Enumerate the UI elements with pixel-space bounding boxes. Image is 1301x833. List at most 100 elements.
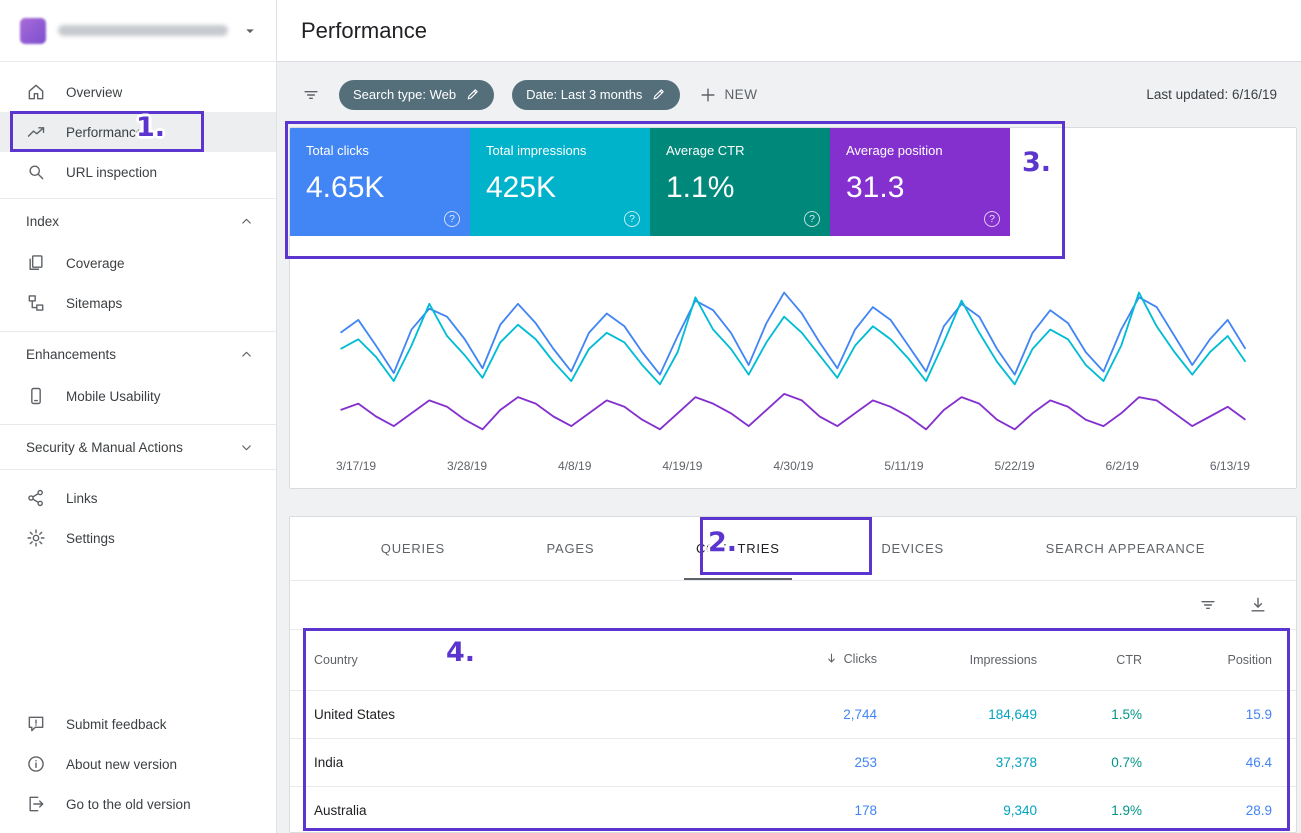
column-header-label: Clicks bbox=[844, 652, 877, 666]
section-label: Enhancements bbox=[26, 347, 116, 362]
sidebar-item-links[interactable]: Links bbox=[0, 478, 276, 518]
position-cell: 46.4 bbox=[1142, 755, 1272, 770]
property-selector[interactable] bbox=[0, 0, 276, 62]
x-tick-label: 4/19/19 bbox=[662, 459, 702, 473]
app-window: Overview Performance URL inspection Inde… bbox=[0, 0, 1301, 833]
sidebar-item-submit-feedback[interactable]: Submit feedback bbox=[0, 704, 276, 744]
performance-chart-card: Total clicks 4.65K ? Total impressions 4… bbox=[289, 127, 1297, 489]
table-row[interactable]: United States 2,744 184,649 1.5% 15.9 bbox=[290, 691, 1296, 739]
chart-line-clicks bbox=[341, 293, 1246, 375]
column-header-impressions[interactable]: Impressions bbox=[877, 653, 1037, 667]
pencil-icon bbox=[465, 87, 480, 102]
table-toolbar bbox=[290, 581, 1296, 629]
sidebar: Overview Performance URL inspection Inde… bbox=[0, 0, 277, 833]
position-cell: 15.9 bbox=[1142, 707, 1272, 722]
tab-label: PAGES bbox=[547, 541, 595, 556]
sidebar-item-label: Links bbox=[66, 491, 98, 506]
sidebar-item-overview[interactable]: Overview bbox=[0, 72, 276, 112]
trending-up-icon bbox=[26, 122, 46, 142]
tab-countries[interactable]: COUNTRIES bbox=[696, 517, 780, 580]
sidebar-footer: Submit feedback About new version Go to … bbox=[0, 704, 276, 824]
ctr-cell: 1.5% bbox=[1037, 707, 1142, 722]
chip-label: Date: Last 3 months bbox=[526, 87, 642, 102]
sidebar-item-label: Go to the old version bbox=[66, 797, 191, 812]
metric-label: Average CTR bbox=[666, 143, 814, 158]
metric-label: Total clicks bbox=[306, 143, 454, 158]
sidebar-item-coverage[interactable]: Coverage bbox=[0, 243, 276, 283]
tab-label: SEARCH APPEARANCE bbox=[1046, 541, 1206, 556]
ctr-cell: 0.7% bbox=[1037, 755, 1142, 770]
average-ctr-card[interactable]: Average CTR 1.1% ? bbox=[650, 128, 830, 236]
x-tick-label: 6/2/19 bbox=[1106, 459, 1139, 473]
caret-down-icon bbox=[240, 21, 260, 41]
metric-label: Total impressions bbox=[486, 143, 634, 158]
feedback-icon bbox=[26, 714, 46, 734]
chevron-up-icon bbox=[239, 214, 254, 229]
clicks-cell: 178 bbox=[727, 803, 877, 818]
performance-chart[interactable] bbox=[336, 266, 1250, 451]
filter-toolbar: Search type: Web Date: Last 3 months NEW… bbox=[277, 62, 1301, 127]
new-filter-button[interactable]: NEW bbox=[698, 85, 757, 105]
metric-value: 425K bbox=[486, 171, 634, 205]
column-header-ctr[interactable]: CTR bbox=[1037, 653, 1142, 667]
property-logo bbox=[20, 18, 46, 44]
chevron-down-icon bbox=[239, 440, 254, 455]
column-header-country[interactable]: Country bbox=[314, 653, 727, 667]
ctr-cell: 1.9% bbox=[1037, 803, 1142, 818]
section-label: Index bbox=[26, 214, 59, 229]
tab-pages[interactable]: PAGES bbox=[547, 517, 595, 580]
dimension-tabs: QUERIES PAGES COUNTRIES DEVICES SEARCH A… bbox=[290, 517, 1296, 581]
table-row[interactable]: Australia 178 9,340 1.9% 28.9 bbox=[290, 787, 1296, 833]
table-row[interactable]: India 253 37,378 0.7% 46.4 bbox=[290, 739, 1296, 787]
chart-line-average-position bbox=[341, 394, 1246, 429]
help-icon[interactable]: ? bbox=[624, 211, 640, 227]
country-cell: India bbox=[314, 755, 727, 770]
main-header: Performance bbox=[277, 0, 1301, 62]
sidebar-item-about-new-version[interactable]: About new version bbox=[0, 744, 276, 784]
x-tick-label: 3/17/19 bbox=[336, 459, 376, 473]
sidebar-item-performance[interactable]: Performance bbox=[0, 112, 276, 152]
total-clicks-card[interactable]: Total clicks 4.65K ? bbox=[290, 128, 470, 236]
country-cell: United States bbox=[314, 707, 727, 722]
sidebar-section-enhancements[interactable]: Enhancements bbox=[0, 332, 276, 376]
page-title: Performance bbox=[301, 18, 427, 44]
help-icon[interactable]: ? bbox=[804, 211, 820, 227]
sidebar-section-security[interactable]: Security & Manual Actions bbox=[0, 425, 276, 469]
column-header-position[interactable]: Position bbox=[1142, 653, 1272, 667]
metric-value: 31.3 bbox=[846, 171, 994, 205]
download-icon[interactable] bbox=[1248, 595, 1268, 615]
sidebar-item-go-to-old-version[interactable]: Go to the old version bbox=[0, 784, 276, 824]
country-cell: Australia bbox=[314, 803, 727, 818]
sidebar-item-mobile-usability[interactable]: Mobile Usability bbox=[0, 376, 276, 416]
x-tick-label: 4/8/19 bbox=[558, 459, 591, 473]
search-type-chip[interactable]: Search type: Web bbox=[339, 80, 494, 110]
x-tick-label: 5/11/19 bbox=[884, 459, 923, 473]
date-range-chip[interactable]: Date: Last 3 months bbox=[512, 80, 680, 110]
chart-line-impressions bbox=[341, 293, 1246, 385]
help-icon[interactable]: ? bbox=[444, 211, 460, 227]
impressions-cell: 9,340 bbox=[877, 803, 1037, 818]
pencil-icon bbox=[651, 87, 666, 102]
impressions-cell: 37,378 bbox=[877, 755, 1037, 770]
tab-devices[interactable]: DEVICES bbox=[881, 517, 944, 580]
filter-icon[interactable] bbox=[1198, 595, 1218, 615]
sidebar-item-label: Overview bbox=[66, 85, 122, 100]
average-position-card[interactable]: Average position 31.3 ? bbox=[830, 128, 1010, 236]
sidebar-item-url-inspection[interactable]: URL inspection bbox=[0, 152, 276, 192]
sidebar-item-sitemaps[interactable]: Sitemaps bbox=[0, 283, 276, 323]
tab-queries[interactable]: QUERIES bbox=[381, 517, 445, 580]
sitemaps-icon bbox=[26, 293, 46, 313]
sidebar-item-label: About new version bbox=[66, 757, 177, 772]
sidebar-item-label: Coverage bbox=[66, 256, 125, 271]
sidebar-section-index[interactable]: Index bbox=[0, 199, 276, 243]
tab-label: DEVICES bbox=[881, 541, 944, 556]
filter-icon[interactable] bbox=[301, 85, 321, 105]
metric-value: 1.1% bbox=[666, 171, 814, 205]
help-icon[interactable]: ? bbox=[984, 211, 1000, 227]
column-header-clicks[interactable]: Clicks bbox=[727, 651, 877, 669]
total-impressions-card[interactable]: Total impressions 425K ? bbox=[470, 128, 650, 236]
chart-area: 3/17/193/28/194/8/194/19/194/30/195/11/1… bbox=[290, 236, 1296, 473]
tab-search-appearance[interactable]: SEARCH APPEARANCE bbox=[1046, 517, 1206, 580]
table-header-row: Country Clicks Impressions CTR Position bbox=[290, 629, 1296, 691]
sidebar-item-settings[interactable]: Settings bbox=[0, 518, 276, 558]
